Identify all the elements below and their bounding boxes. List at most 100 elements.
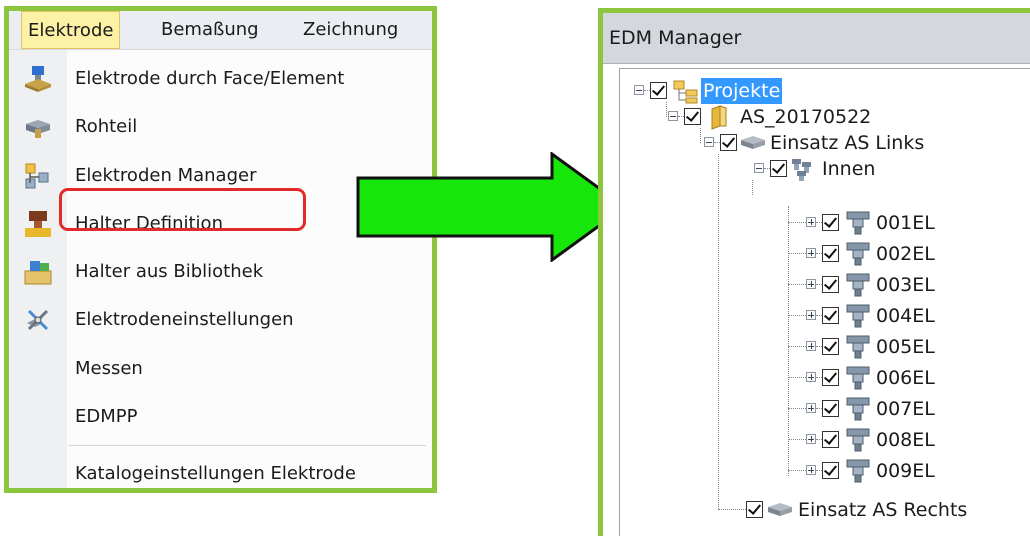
electrode-icon <box>846 304 870 328</box>
tree-node-electrode[interactable]: 008EL <box>788 427 1006 455</box>
collapse-icon[interactable] <box>634 85 644 95</box>
expand-icon[interactable] <box>806 279 816 289</box>
menu-item-label: Halter aus Bibliothek <box>75 261 264 282</box>
project-tree[interactable]: Projekte AS_20170522 Einsatz AS Links In… <box>619 68 1030 536</box>
menu-item-elektrode-durch-face[interactable]: Elektrode durch Face/Element <box>9 56 432 102</box>
menu-separator <box>69 445 426 446</box>
electrode-icon <box>846 428 870 452</box>
electrode-icon <box>846 397 870 421</box>
expand-icon[interactable] <box>806 434 816 444</box>
menu-item-rohteil[interactable]: Rohteil <box>9 104 432 150</box>
expand-icon[interactable] <box>806 372 816 382</box>
expand-icon[interactable] <box>806 248 816 258</box>
menu-item-elektrodeneinstellungen[interactable]: Elektrodeneinstellungen <box>9 297 432 343</box>
node-label: 007EL <box>876 398 935 420</box>
node-label: Innen <box>822 158 876 180</box>
expand-icon[interactable] <box>806 465 816 475</box>
window-title: EDM Manager <box>609 27 742 49</box>
tree-connector <box>788 206 790 476</box>
node-label: 003EL <box>876 274 935 296</box>
tree-node-einsatz-links[interactable]: Einsatz AS Links <box>704 130 1024 158</box>
node-label: 002EL <box>876 243 935 265</box>
electrode-icon <box>846 366 870 390</box>
node-label: 008EL <box>876 429 935 451</box>
tree-node-electrode[interactable]: 009EL <box>788 458 1006 486</box>
tree-node-einsatz-rechts[interactable]: Einsatz AS Rechts <box>746 497 1030 525</box>
tree-node-innen[interactable]: Innen <box>754 156 954 184</box>
tree-node-electrode[interactable]: 001EL <box>788 210 1006 238</box>
tree-connector <box>718 154 720 509</box>
node-checkbox[interactable] <box>822 307 839 324</box>
menu-item-label: Katalogeinstellungen Elektrode <box>75 463 356 484</box>
tree-connector <box>788 439 806 441</box>
right-arrow-icon <box>356 152 628 262</box>
node-label: 004EL <box>876 305 935 327</box>
node-checkbox[interactable] <box>822 338 839 355</box>
node-checkbox[interactable] <box>822 245 839 262</box>
electrode-group-icon <box>792 159 811 181</box>
menu-item-label: Elektrode durch Face/Element <box>75 68 345 89</box>
tree-connector <box>788 346 806 348</box>
node-checkbox[interactable] <box>822 400 839 417</box>
expand-icon[interactable] <box>806 403 816 413</box>
electrode-icon <box>846 459 870 483</box>
node-label: Einsatz AS Rechts <box>798 499 968 521</box>
node-label: AS_20170522 <box>740 106 872 128</box>
tree-node-electrode[interactable]: 005EL <box>788 334 1006 362</box>
holder-library-icon <box>24 261 52 285</box>
collapse-icon[interactable] <box>704 137 714 147</box>
electrode-icon <box>846 211 870 235</box>
electrode-settings-icon <box>27 309 49 331</box>
tree-node-electrode[interactable]: 006EL <box>788 365 1006 393</box>
node-label: 009EL <box>876 460 935 482</box>
insert-block-icon <box>741 136 765 149</box>
blank-part-icon <box>26 120 50 138</box>
menu-item-label: EDMPP <box>75 406 138 427</box>
insert-block-icon <box>768 503 792 516</box>
node-checkbox[interactable] <box>822 214 839 231</box>
tree-node-electrode[interactable]: 002EL <box>788 241 1006 269</box>
tree-node-project[interactable]: AS_20170522 <box>668 104 968 132</box>
electrode-face-icon <box>25 66 51 92</box>
node-checkbox[interactable] <box>720 134 737 151</box>
menu-item-katalogeinstellungen[interactable]: Katalogeinstellungen Elektrode <box>9 451 432 497</box>
node-checkbox[interactable] <box>746 501 763 518</box>
project-folder-icon <box>673 80 698 104</box>
menu-bemassung[interactable]: Bemaßung <box>155 11 265 49</box>
tree-node-projekte[interactable]: Projekte <box>634 78 894 106</box>
tree-connector <box>788 315 806 317</box>
node-checkbox[interactable] <box>822 462 839 479</box>
node-checkbox[interactable] <box>770 160 787 177</box>
collapse-icon[interactable] <box>754 163 764 173</box>
menu-item-label: Elektrodeneinstellungen <box>75 309 294 330</box>
elektrode-dropdown: Elektrode durch Face/Element Rohteil Ele… <box>9 50 432 488</box>
expand-icon[interactable] <box>806 217 816 227</box>
menu-item-label: Messen <box>75 358 143 379</box>
node-checkbox[interactable] <box>650 82 667 99</box>
edm-manager-window: EDM Manager Projekte AS_20170522 Einsatz… <box>598 8 1030 536</box>
collapse-icon[interactable] <box>668 111 678 121</box>
tree-connector <box>718 509 746 511</box>
node-checkbox[interactable] <box>822 276 839 293</box>
tree-connector <box>788 470 806 472</box>
menu-item-edmpp[interactable]: EDMPP <box>9 394 432 440</box>
tree-node-electrode[interactable]: 004EL <box>788 303 1006 331</box>
menu-item-messen[interactable]: Messen <box>9 346 432 392</box>
menu-elektrode[interactable]: Elektrode <box>21 11 121 49</box>
tree-connector <box>788 222 806 224</box>
node-checkbox[interactable] <box>684 108 701 125</box>
tree-node-electrode[interactable]: 007EL <box>788 396 1006 424</box>
node-label: 001EL <box>876 212 935 234</box>
expand-icon[interactable] <box>806 310 816 320</box>
electrode-icon <box>846 335 870 359</box>
node-checkbox[interactable] <box>822 369 839 386</box>
node-label: 005EL <box>876 336 935 358</box>
electrode-icon <box>846 273 870 297</box>
node-checkbox[interactable] <box>822 431 839 448</box>
tree-node-electrode[interactable]: 003EL <box>788 272 1006 300</box>
expand-icon[interactable] <box>806 341 816 351</box>
tree-connector <box>788 253 806 255</box>
menu-zeichnung[interactable]: Zeichnung <box>297 11 404 49</box>
menu-item-label: Rohteil <box>75 116 138 137</box>
menu-bar: Elektrode Bemaßung Zeichnung <box>9 11 432 50</box>
